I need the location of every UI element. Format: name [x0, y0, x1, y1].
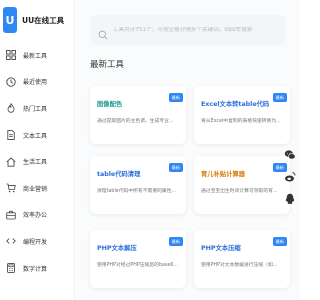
- document-icon: [6, 130, 16, 140]
- card-desc: 使用PHP对经过PHP压缩后的base6...: [97, 263, 179, 268]
- search-icon: [98, 25, 108, 40]
- sidebar-item-label: 文本工具: [23, 132, 48, 140]
- code-icon: [6, 236, 16, 246]
- sidebar-item-label: 效率办公: [23, 212, 48, 220]
- weibo-icon[interactable]: [283, 170, 297, 184]
- sidebar-nav: 最新工具 最近使用 热门工具 文本工具 生活工具 商业营销 效率办公 编程开发 …: [0, 42, 75, 281]
- sidebar-item-latest[interactable]: 最新工具: [0, 42, 75, 69]
- wechat-icon[interactable]: [283, 148, 297, 162]
- calculator-icon: [6, 263, 16, 273]
- sidebar-item-recent[interactable]: 最近使用: [0, 69, 75, 96]
- card-desc: 通过宝宝出生时间计算可领取的育...: [201, 189, 278, 194]
- card-desc: 使用PHP对文本数据进行压缩（如...: [201, 263, 278, 268]
- sidebar-item-label: 编程开发: [23, 238, 48, 246]
- sidebar-item-label: 热门工具: [23, 105, 48, 113]
- tool-card-table-cleaner[interactable]: table代码清理 最新 清理table代码中所有不需要的属性...: [90, 156, 186, 214]
- sidebar-item-dev[interactable]: 编程开发: [0, 228, 75, 255]
- tool-card-childcare-subsidy[interactable]: 育儿补贴计算器 最新 通过宝宝出生时间计算可领取的育...: [194, 156, 290, 214]
- card-desc: 清理table代码中所有不需要的属性...: [97, 189, 177, 194]
- new-badge: 最新: [168, 163, 183, 172]
- sidebar-item-label: 最新工具: [23, 52, 48, 60]
- brand-name: UU在线工具: [22, 15, 65, 25]
- card-title: 育儿补贴计算器: [201, 171, 246, 178]
- new-badge: 最新: [168, 93, 183, 102]
- sidebar-item-office[interactable]: 效率办公: [0, 202, 75, 229]
- share-toolbar: [283, 148, 297, 214]
- search-bar[interactable]: [90, 15, 286, 45]
- sidebar-item-label: 数字计算: [23, 265, 48, 273]
- clock-icon: [6, 77, 16, 87]
- card-desc: 将从Excel中复制的表格快速转换为...: [201, 119, 281, 124]
- sidebar-item-text[interactable]: 文本工具: [0, 122, 75, 149]
- card-title: Excel文本转table代码: [201, 101, 270, 108]
- card-title: PHP文本压缩: [201, 245, 241, 252]
- sidebar-item-hot[interactable]: 热门工具: [0, 95, 75, 122]
- sidebar-item-label: 最近使用: [23, 79, 48, 87]
- cart-icon: [6, 183, 16, 193]
- fire-icon: [6, 103, 16, 114]
- home-icon: [6, 157, 16, 167]
- logo: U: [3, 7, 17, 33]
- sidebar: U UU在线工具 最新工具 最近使用 热门工具 文本工具 生活工具 商业营销 效…: [0, 0, 75, 300]
- card-title: PHP文本解压: [97, 245, 137, 252]
- tool-card-excel-table[interactable]: Excel文本转table代码 最新 将从Excel中复制的表格快速转换为...: [194, 86, 290, 144]
- grid-icon: [6, 50, 16, 61]
- search-input[interactable]: [113, 27, 286, 33]
- card-title: table代码清理: [97, 171, 141, 178]
- card-desc: 通过提取图片的主色调，生成专业...: [97, 119, 174, 124]
- qq-icon[interactable]: [283, 192, 297, 206]
- main-content: 最新工具 图像配色 最新 通过提取图片的主色调，生成专业... Excel文本转…: [76, 0, 300, 300]
- section-title: 最新工具: [90, 60, 125, 70]
- tool-card-image-color[interactable]: 图像配色 最新 通过提取图片的主色调，生成专业...: [90, 86, 186, 144]
- tool-card-php-decompress[interactable]: PHP文本解压 最新 使用PHP对经过PHP压缩后的base6...: [90, 230, 186, 288]
- new-badge: 最新: [168, 237, 183, 246]
- card-title: 图像配色: [97, 101, 123, 108]
- sidebar-item-label: 商业营销: [23, 185, 48, 193]
- briefcase-icon: [6, 210, 16, 220]
- tool-card-php-compress[interactable]: PHP文本压缩 最新 使用PHP对文本数据进行压缩（如...: [194, 230, 290, 288]
- sidebar-item-label: 生活工具: [23, 159, 48, 167]
- brand[interactable]: U UU在线工具: [3, 7, 64, 33]
- sidebar-item-calc[interactable]: 数字计算: [0, 255, 75, 282]
- new-badge: 最新: [272, 237, 287, 246]
- sidebar-item-life[interactable]: 生活工具: [0, 148, 75, 175]
- new-badge: 最新: [272, 93, 287, 102]
- sidebar-item-marketing[interactable]: 商业营销: [0, 175, 75, 202]
